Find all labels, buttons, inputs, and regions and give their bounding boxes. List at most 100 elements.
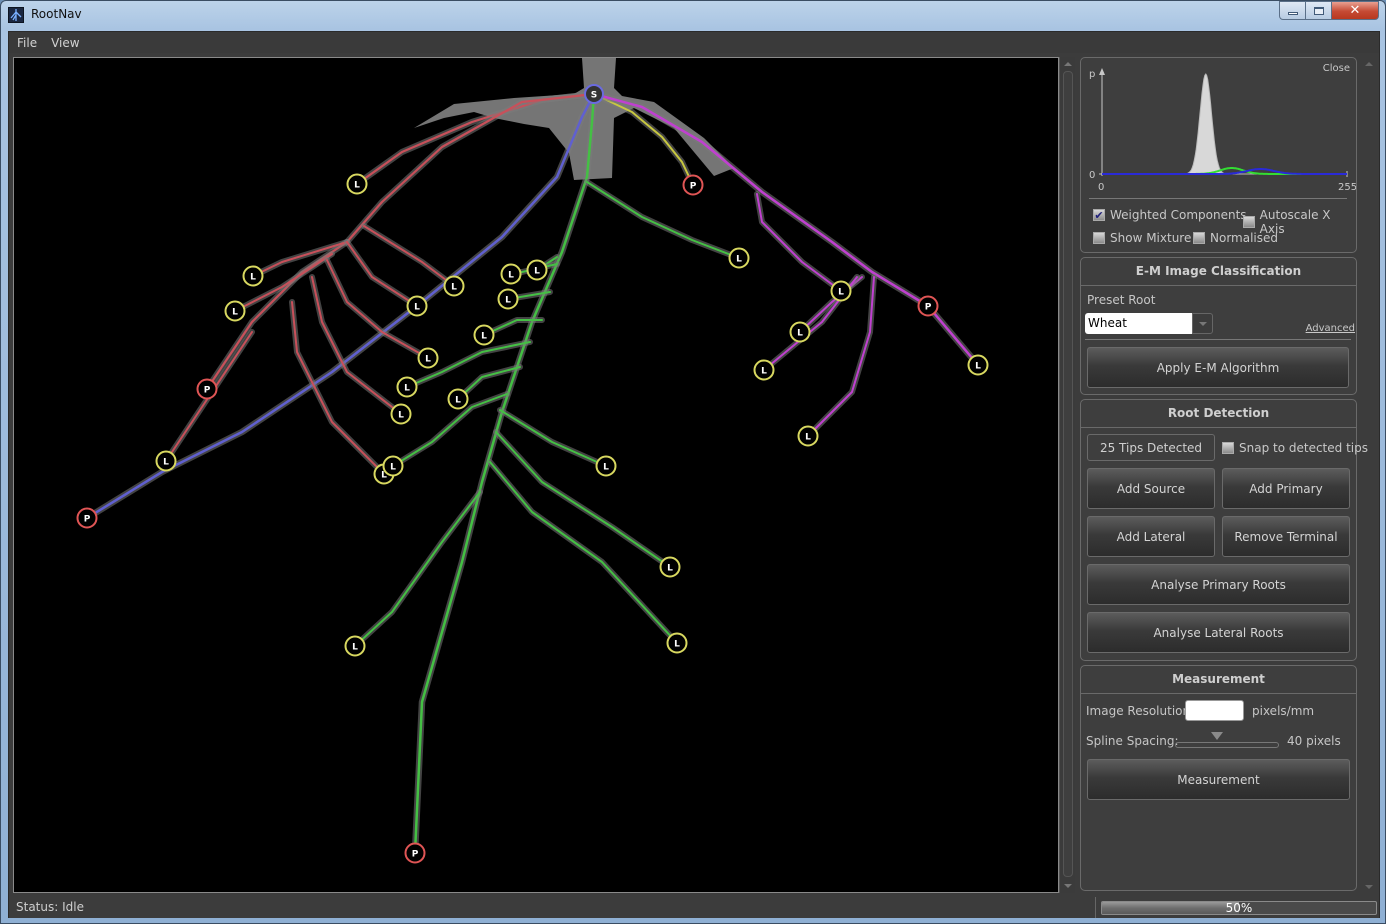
primary-tip-marker[interactable]: P bbox=[917, 295, 939, 317]
lateral-tip-marker[interactable]: L bbox=[666, 632, 688, 654]
root-image-halo bbox=[414, 58, 734, 180]
primary-root-magenta[interactable] bbox=[592, 92, 980, 367]
lateral-tip-marker-label: L bbox=[390, 463, 396, 473]
source-marker[interactable]: S bbox=[584, 84, 604, 104]
primary-tip-marker[interactable]: P bbox=[404, 842, 426, 864]
primary-tip-marker[interactable]: P bbox=[196, 378, 218, 400]
weighted-components-checkbox[interactable]: ✔ Weighted Components bbox=[1093, 208, 1247, 222]
lateral-tip-marker[interactable]: L bbox=[390, 403, 412, 425]
menu-file[interactable]: File bbox=[17, 36, 37, 50]
progress-bar: 50% bbox=[1101, 901, 1377, 915]
root-image-canvas[interactable]: SPPPPPLLLLLLLLLLLLLLLLLLLLLLLLLL bbox=[13, 57, 1059, 893]
preset-root-dropdown[interactable]: Wheat bbox=[1085, 313, 1213, 334]
histogram-chart: p 0 0 255 bbox=[1089, 68, 1356, 193]
root-overlay[interactable]: SPPPPPLLLLLLLLLLL LLLLLLLLLLLLLLL bbox=[14, 58, 1059, 893]
histogram-panel: Close p 0 0 255 ✔ Weighted Components Au… bbox=[1080, 57, 1357, 253]
add-primary-button[interactable]: Add Primary bbox=[1222, 468, 1350, 509]
measurement-button[interactable]: Measurement bbox=[1087, 759, 1350, 800]
lateral-tip-marker[interactable]: L bbox=[443, 275, 465, 297]
snap-to-tips-checkbox[interactable]: Snap to detected tips bbox=[1222, 441, 1368, 455]
lateral-tip-marker-label: L bbox=[352, 643, 358, 653]
title-bar[interactable]: RootNav ✕ bbox=[1, 1, 1385, 29]
lateral-tip-marker-label: L bbox=[451, 283, 457, 293]
lateral-tip-marker-label: L bbox=[414, 303, 420, 313]
panel-vertical-scrollbar[interactable] bbox=[1361, 57, 1377, 893]
primary-tip-marker[interactable]: P bbox=[76, 507, 98, 529]
normalised-checkbox[interactable]: Normalised bbox=[1193, 231, 1278, 245]
lateral-tip-marker[interactable]: L bbox=[224, 300, 246, 322]
primary-root-green-halo bbox=[411, 90, 598, 857]
canvas-vertical-scrollbar[interactable] bbox=[1059, 57, 1075, 893]
primary-tip-marker-label: P bbox=[925, 303, 932, 313]
panel-scroll-up-icon[interactable] bbox=[1365, 62, 1373, 66]
show-mixture-check-icon[interactable] bbox=[1093, 232, 1105, 244]
menu-view[interactable]: View bbox=[51, 36, 79, 50]
lateral-tip-marker[interactable]: L bbox=[406, 295, 428, 317]
lateral-tip-marker[interactable]: L bbox=[659, 556, 681, 578]
lateral-tip-marker[interactable]: L bbox=[396, 376, 418, 398]
scroll-up-arrow-icon[interactable] bbox=[1064, 62, 1072, 66]
source-marker-label: S bbox=[591, 91, 597, 101]
status-text: Status: Idle bbox=[16, 900, 84, 914]
scroll-down-arrow-icon[interactable] bbox=[1064, 884, 1072, 888]
primary-root-green[interactable] bbox=[413, 92, 596, 855]
spline-spacing-slider[interactable] bbox=[1175, 742, 1279, 748]
lateral-tip-marker[interactable]: L bbox=[500, 263, 522, 285]
lateral-tip-marker[interactable]: L bbox=[789, 321, 811, 343]
primary-tip-marker[interactable]: P bbox=[682, 174, 704, 196]
minimize-button[interactable] bbox=[1279, 1, 1306, 20]
lateral-tip-marker-label: L bbox=[838, 288, 844, 298]
lateral-tip-marker[interactable]: L bbox=[242, 265, 264, 287]
primary-root-magenta-halo bbox=[590, 90, 982, 369]
lateral-tip-marker[interactable]: L bbox=[473, 324, 495, 346]
normalised-label: Normalised bbox=[1210, 231, 1279, 245]
analyse-primary-roots-button[interactable]: Analyse Primary Roots bbox=[1087, 564, 1350, 605]
histogram-component-background bbox=[1102, 73, 1347, 175]
lateral-tip-marker[interactable]: L bbox=[830, 280, 852, 302]
apply-em-button[interactable]: Apply E-M Algorithm bbox=[1087, 347, 1349, 388]
chevron-down-icon[interactable] bbox=[1192, 313, 1213, 334]
remove-terminal-button[interactable]: Remove Terminal bbox=[1222, 516, 1350, 557]
scroll-thumb[interactable] bbox=[1063, 71, 1073, 877]
preset-root-value[interactable]: Wheat bbox=[1085, 313, 1192, 334]
side-panel: Close p 0 0 255 ✔ Weighted Components Au… bbox=[1077, 57, 1379, 893]
show-mixture-checkbox[interactable]: Show Mixture bbox=[1093, 231, 1191, 245]
weighted-components-check-icon[interactable]: ✔ bbox=[1093, 209, 1105, 222]
spline-spacing-value: 40 pixels bbox=[1287, 734, 1341, 748]
lateral-tip-marker[interactable]: L bbox=[155, 450, 177, 472]
close-button[interactable]: ✕ bbox=[1332, 1, 1379, 20]
lateral-tip-marker-label: L bbox=[797, 329, 803, 339]
lateral-tip-marker[interactable]: L bbox=[728, 247, 750, 269]
maximize-button[interactable] bbox=[1306, 1, 1332, 20]
lateral-tip-marker[interactable]: L bbox=[797, 425, 819, 447]
lateral-tip-marker-label: L bbox=[481, 332, 487, 342]
rootnav-app-icon bbox=[8, 7, 24, 23]
lateral-tip-marker-label: L bbox=[404, 384, 410, 394]
lateral-tip-marker[interactable]: L bbox=[346, 173, 368, 195]
measurement-title: Measurement bbox=[1081, 666, 1356, 694]
lateral-tip-marker-label: L bbox=[250, 273, 256, 283]
lateral-tip-marker[interactable]: L bbox=[967, 354, 989, 376]
lateral-tip-marker[interactable]: L bbox=[526, 259, 548, 281]
lateral-tip-marker[interactable]: L bbox=[417, 347, 439, 369]
add-lateral-button[interactable]: Add Lateral bbox=[1087, 516, 1215, 557]
lateral-tip-marker[interactable]: L bbox=[382, 455, 404, 477]
minimize-icon bbox=[1287, 12, 1298, 15]
close-icon: ✕ bbox=[1349, 3, 1361, 18]
panel-scroll-down-icon[interactable] bbox=[1365, 885, 1373, 889]
lateral-tip-marker-label: L bbox=[354, 181, 360, 191]
snap-check-icon[interactable] bbox=[1222, 442, 1234, 454]
image-resolution-input[interactable] bbox=[1185, 700, 1244, 721]
lateral-tip-marker[interactable]: L bbox=[344, 635, 366, 657]
lateral-tip-marker[interactable]: L bbox=[447, 388, 469, 410]
spline-slider-thumb[interactable] bbox=[1210, 732, 1223, 740]
lateral-tip-marker[interactable]: L bbox=[497, 288, 519, 310]
autoscale-check-icon[interactable] bbox=[1243, 216, 1255, 228]
lateral-root-red-f[interactable] bbox=[311, 276, 402, 415]
lateral-tip-marker[interactable]: L bbox=[595, 455, 617, 477]
advanced-link[interactable]: Advanced bbox=[1306, 323, 1355, 334]
analyse-lateral-roots-button[interactable]: Analyse Lateral Roots bbox=[1087, 612, 1350, 653]
add-source-button[interactable]: Add Source bbox=[1087, 468, 1215, 509]
lateral-tip-marker[interactable]: L bbox=[753, 359, 775, 381]
normalised-check-icon[interactable] bbox=[1193, 232, 1205, 244]
